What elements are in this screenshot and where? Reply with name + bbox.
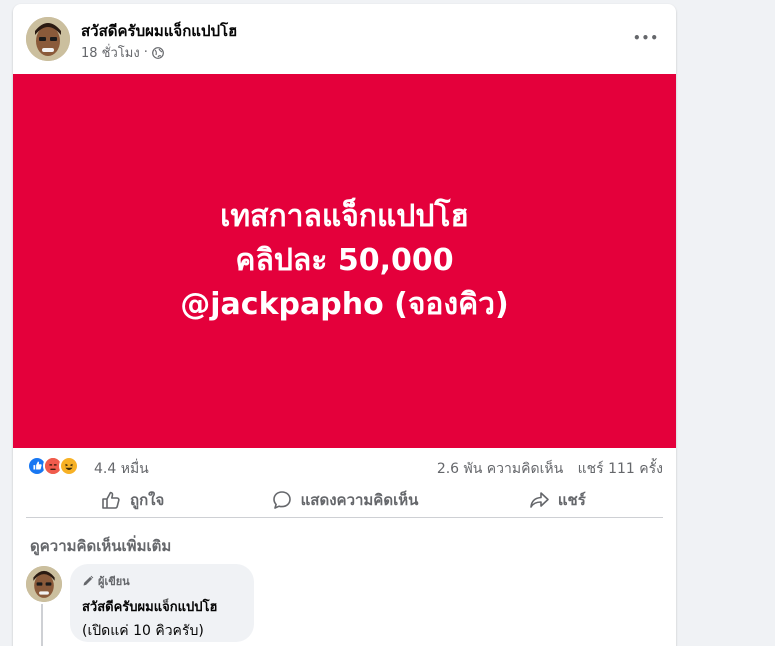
post-actions: ถูกใจ แสดงความคิดเห็น แชร์ bbox=[26, 482, 663, 518]
page-scroll-edge bbox=[767, 0, 775, 646]
share-arrow-icon bbox=[530, 491, 549, 508]
comment-button[interactable]: แสดงความคิดเห็น bbox=[238, 482, 450, 517]
meta-separator: · bbox=[143, 45, 148, 60]
post-banner[interactable]: เทสกาลแจ็กแปปโฮ คลิปละ 50,000 @jackpapho… bbox=[13, 74, 676, 448]
share-button[interactable]: แชร์ bbox=[451, 482, 663, 517]
commenter-avatar[interactable] bbox=[26, 566, 62, 602]
banner-line-1: เทสกาลแจ็กแปปโฮ bbox=[220, 199, 469, 234]
author-badge-label: ผู้เขียน bbox=[98, 575, 130, 588]
stats-right: 2.6 พัน ความคิดเห็น แชร์ 111 ครั้ง bbox=[437, 458, 663, 480]
pencil-icon bbox=[83, 575, 94, 586]
view-more-comments-link[interactable]: ดูความคิดเห็นเพิ่มเติม bbox=[30, 534, 171, 558]
comment-thread-line bbox=[41, 604, 43, 646]
author-name[interactable]: สวัสดีครับผมแจ็กแปปโฮ bbox=[81, 19, 237, 43]
reaction-count[interactable]: 4.4 หมื่น bbox=[94, 458, 149, 480]
like-button[interactable]: ถูกใจ bbox=[26, 482, 238, 517]
post-header: สวัสดีครับผมแจ็กแปปโฮ 18 ชั่วโมง · ••• bbox=[13, 4, 676, 74]
post-time[interactable]: 18 ชั่วโมง bbox=[81, 42, 140, 63]
banner-line-2: คลิปละ 50,000 bbox=[235, 243, 454, 278]
comment-bubble-icon bbox=[272, 490, 291, 509]
comment-author[interactable]: สวัสดีครับผมแจ็กแปปโฮ bbox=[82, 596, 242, 617]
author-badge: ผู้เขียน bbox=[82, 572, 242, 590]
share-count[interactable]: แชร์ 111 ครั้ง bbox=[578, 461, 663, 477]
post-card: สวัสดีครับผมแจ็กแปปโฮ 18 ชั่วโมง · ••• เ… bbox=[13, 4, 676, 646]
ellipsis-icon: ••• bbox=[632, 31, 659, 45]
reaction-icons[interactable] bbox=[27, 456, 79, 476]
comment-label: แสดงความคิดเห็น bbox=[300, 490, 419, 509]
comment-count[interactable]: 2.6 พัน ความคิดเห็น bbox=[437, 461, 563, 477]
banner-line-3: @jackpapho (จองคิว) bbox=[180, 287, 509, 322]
thumbs-up-icon bbox=[102, 491, 120, 509]
author-avatar[interactable] bbox=[26, 17, 70, 61]
comment-text: (เปิดแค่ 10 คิวครับ) bbox=[82, 623, 204, 639]
post-stats: 4.4 หมื่น 2.6 พัน ความคิดเห็น แชร์ 111 ค… bbox=[13, 452, 676, 480]
like-label: ถูกใจ bbox=[130, 490, 165, 509]
post-meta: 18 ชั่วโมง · bbox=[81, 42, 164, 63]
share-label: แชร์ bbox=[557, 490, 586, 509]
more-options-button[interactable]: ••• bbox=[628, 20, 664, 56]
comment-bubble: ผู้เขียน สวัสดีครับผมแจ็กแปปโฮ (เปิดแค่ … bbox=[70, 564, 254, 642]
haha-reaction-icon bbox=[59, 456, 79, 476]
globe-icon[interactable] bbox=[151, 46, 164, 59]
